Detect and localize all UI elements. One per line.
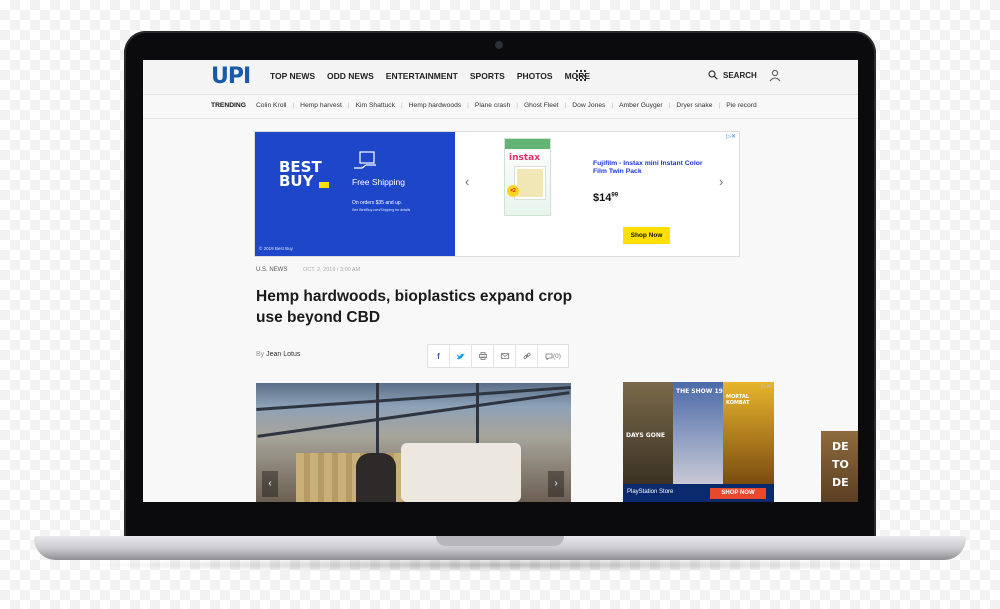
- trending-item[interactable]: Dow Jones: [572, 102, 605, 109]
- trending-item[interactable]: Amber Guyger: [619, 102, 663, 109]
- shop-now-button[interactable]: Shop Now: [623, 227, 670, 244]
- side-promo-peek[interactable]: DE TO DE: [821, 431, 858, 502]
- nav-link-entertainment[interactable]: ENTERTAINMENT: [386, 71, 458, 81]
- ad-copyright: © 2019 Best Buy: [259, 246, 293, 251]
- search-button[interactable]: SEARCH: [708, 70, 757, 80]
- article-date: OCT. 2, 2019 / 3:00 AM: [303, 267, 361, 273]
- print-icon[interactable]: [472, 345, 494, 367]
- mortal-kombat-tile: MORTAL KOMBAT: [723, 382, 774, 484]
- trending-item[interactable]: Hemp hardwoods: [409, 102, 461, 109]
- user-icon[interactable]: [769, 69, 781, 82]
- trending-item[interactable]: Dryer snake: [676, 102, 712, 109]
- nav-links: TOP NEWS ODD NEWS ENTERTAINMENT SPORTS P…: [270, 71, 590, 81]
- comment-count: (0): [553, 352, 561, 360]
- comment-icon: [545, 353, 553, 360]
- product-price: $1499: [593, 192, 619, 204]
- facebook-icon[interactable]: f: [428, 345, 450, 367]
- share-toolbar: f (0): [427, 344, 569, 368]
- nav-link-photos[interactable]: PHOTOS: [517, 71, 553, 81]
- carousel-prev-icon[interactable]: ‹: [465, 174, 469, 189]
- photo-prev-icon[interactable]: ‹: [262, 471, 278, 497]
- laptop-screen: UPI TOP NEWS ODD NEWS ENTERTAINMENT SPOR…: [143, 60, 858, 502]
- the-show-tile: THE SHOW 19: [673, 382, 723, 484]
- twitter-icon[interactable]: [450, 345, 472, 367]
- email-icon[interactable]: [494, 345, 516, 367]
- product-box-label: instax: [509, 153, 541, 163]
- article-category[interactable]: U.S. NEWS: [256, 267, 287, 273]
- upi-logo[interactable]: UPI: [211, 64, 251, 89]
- days-gone-tile: DAYS GONE: [623, 382, 673, 484]
- ps-shop-now-button[interactable]: SHOP NOW: [710, 488, 766, 499]
- product-title[interactable]: Fujifilm - Instax mini Instant Color Fil…: [593, 160, 703, 176]
- trending-item[interactable]: Plane crash: [475, 102, 510, 109]
- trending-item[interactable]: Pie record: [726, 102, 756, 109]
- article-headline: Hemp hardwoods, bioplastics expand crop …: [256, 288, 573, 326]
- adchoices-icon[interactable]: ▷✕: [761, 383, 771, 390]
- trending-item[interactable]: Colin Kroll: [256, 102, 286, 109]
- product-image[interactable]: instax ×2: [504, 138, 551, 216]
- adchoices-icon[interactable]: ▷✕: [726, 133, 736, 140]
- author-name[interactable]: Jean Lotus: [266, 351, 300, 358]
- bestbuy-tag-icon: [319, 182, 329, 188]
- webcam: [495, 41, 503, 49]
- ps-store-label: PlayStation Store: [627, 489, 674, 495]
- playstation-ad[interactable]: DAYS GONE THE SHOW 19 MORTAL KOMBAT Play…: [623, 382, 774, 502]
- nav-link-sports[interactable]: SPORTS: [470, 71, 505, 81]
- link-icon[interactable]: [516, 345, 538, 367]
- article-photo[interactable]: ‹ ›: [256, 383, 571, 502]
- carousel-next-icon[interactable]: ›: [719, 174, 723, 189]
- orders-text: On orders $35 and up.: [352, 200, 403, 206]
- laptop-shadow: [80, 558, 920, 572]
- byline: By Jean Lotus: [256, 351, 301, 358]
- top-nav: UPI TOP NEWS ODD NEWS ENTERTAINMENT SPOR…: [143, 60, 858, 95]
- banner-ad[interactable]: BEST BUY Free Shipping On orders $35 and …: [254, 131, 740, 257]
- photo-next-icon[interactable]: ›: [548, 471, 564, 497]
- search-icon: [708, 70, 718, 80]
- trending-item[interactable]: Kim Shattuck: [356, 102, 395, 109]
- apps-grid-icon[interactable]: [576, 70, 588, 82]
- trending-label: TRENDING: [211, 102, 246, 109]
- divider: [143, 118, 858, 119]
- search-label: SEARCH: [723, 70, 757, 80]
- nav-link-odd-news[interactable]: ODD NEWS: [327, 71, 374, 81]
- bestbuy-logo: BEST BUY: [279, 158, 322, 190]
- fine-print: See BestBuy.com/Shipping for details: [352, 208, 411, 212]
- free-shipping-text: Free Shipping: [352, 177, 405, 187]
- comments-button[interactable]: (0): [538, 345, 568, 367]
- nav-link-top-news[interactable]: TOP NEWS: [270, 71, 315, 81]
- trending-item[interactable]: Hemp harvest: [300, 102, 342, 109]
- worker-figure: [356, 453, 396, 502]
- laptop-notch: [436, 536, 564, 546]
- trending-item[interactable]: Ghost Fleet: [524, 102, 559, 109]
- bestbuy-panel[interactable]: BEST BUY Free Shipping On orders $35 and …: [255, 132, 455, 256]
- shipping-box-icon: [354, 151, 376, 169]
- trending-bar: TRENDING Colin Kroll | Hemp harvest | Kim …: [211, 102, 757, 109]
